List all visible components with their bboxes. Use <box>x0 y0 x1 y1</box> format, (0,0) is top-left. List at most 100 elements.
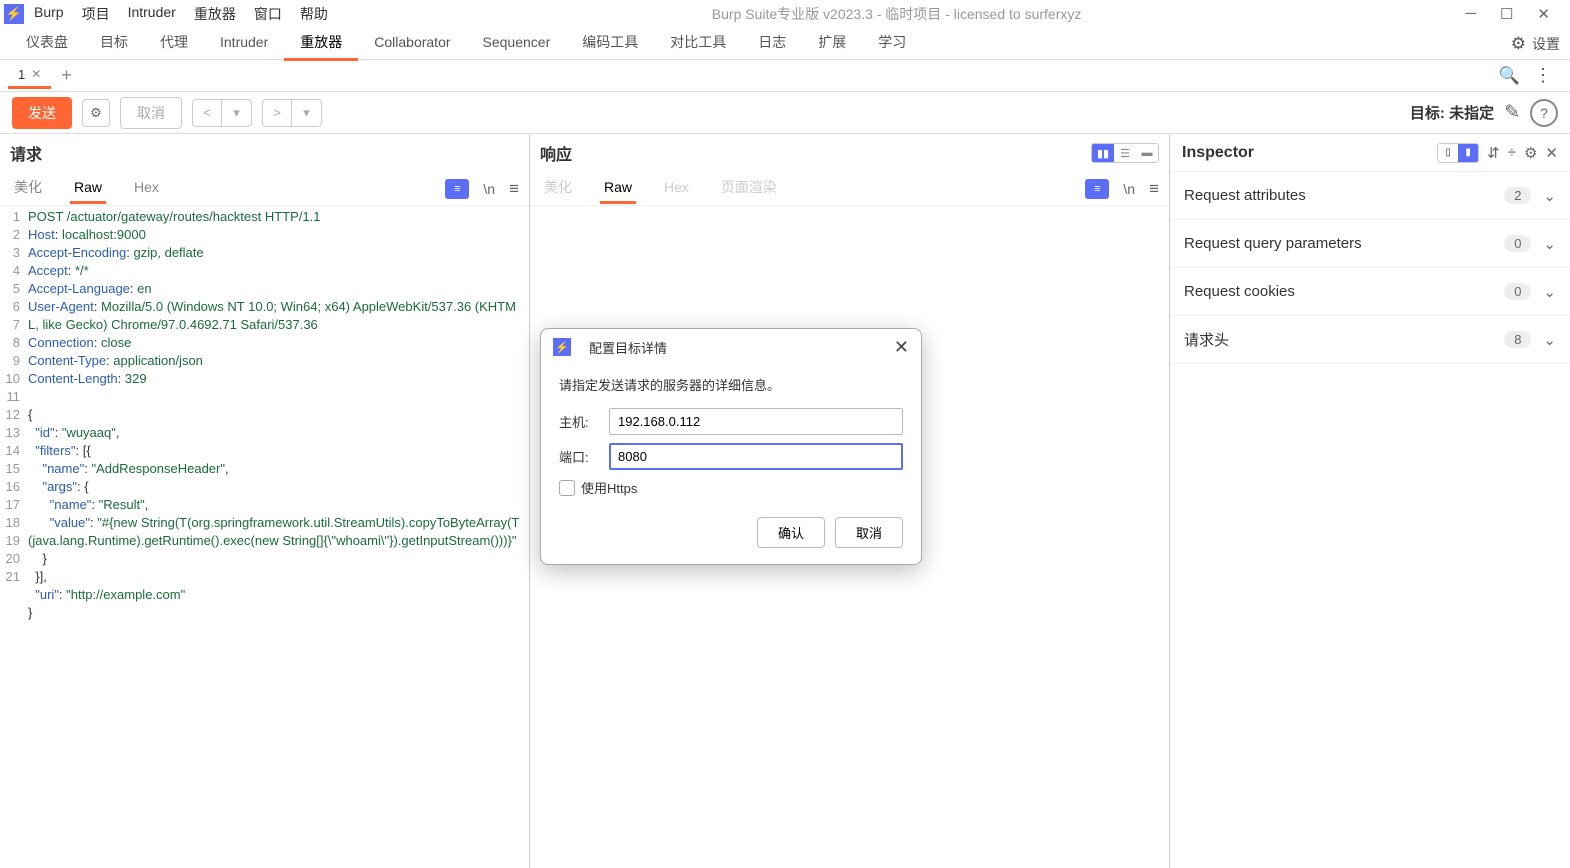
tab-decoder[interactable]: 编码工具 <box>566 26 654 61</box>
response-title: 响应 <box>540 141 572 165</box>
inspector-title: Inspector <box>1182 144 1254 162</box>
more-icon[interactable]: ⋮ <box>1534 65 1552 86</box>
inspector-row-label: Request cookies <box>1184 283 1295 300</box>
port-input[interactable] <box>609 443 903 470</box>
inspector-row-count: 0 <box>1504 283 1531 300</box>
request-panel: 请求 美化 Raw Hex ≡ \n ≡ 1234567891011121314… <box>0 134 530 868</box>
request-editor[interactable]: 123456789101112131415161718192021 POST /… <box>0 206 529 868</box>
dialog-ok-button[interactable]: 确认 <box>757 517 825 548</box>
history-back-button[interactable]: < <box>192 99 222 127</box>
toolbar: 发送 ⚙ 取消 < ▾ > ▾ 目标: 未指定 ✎ ? <box>0 92 1570 134</box>
request-subtabs: 美化 Raw Hex ≡ \n ≡ <box>0 172 529 206</box>
window-controls: ─ ☐ ✕ <box>1465 5 1566 23</box>
history-forward-button[interactable]: > <box>262 99 292 127</box>
inspector-row[interactable]: 请求头8⌄ <box>1170 316 1570 364</box>
tab-dashboard[interactable]: 仪表盘 <box>10 26 84 61</box>
chevron-down-icon: ⌄ <box>1543 331 1556 349</box>
response-tab-hex[interactable]: Hex <box>660 173 693 204</box>
hamburger-icon[interactable]: ≡ <box>1149 179 1159 199</box>
main-tabs: 仪表盘 目标 代理 Intruder 重放器 Collaborator Sequ… <box>0 28 1570 60</box>
expand-icon[interactable]: ⇵ <box>1487 144 1500 162</box>
window-title: Burp Suite专业版 v2023.3 - 临时项目 - licensed … <box>328 4 1466 24</box>
tab-target[interactable]: 目标 <box>84 26 144 61</box>
gear-icon[interactable]: ⚙ <box>1524 144 1537 162</box>
history-forward-group: > ▾ <box>262 99 322 127</box>
fold-icon[interactable]: ≡ <box>445 179 469 199</box>
target-label: 目标: 未指定 <box>1410 102 1494 123</box>
chevron-down-icon: ⌄ <box>1543 283 1556 301</box>
request-code[interactable]: POST /actuator/gateway/routes/hacktest H… <box>24 206 529 868</box>
response-subtabs: 美化 Raw Hex 页面渲染 ≡ \n ≡ <box>530 172 1169 206</box>
settings-label[interactable]: 设置 <box>1532 34 1560 54</box>
inspector-row[interactable]: Request query parameters0⌄ <box>1170 220 1570 268</box>
close-inspector-icon[interactable]: ✕ <box>1545 144 1558 162</box>
inspector-view-b-icon[interactable]: ▮ <box>1458 144 1478 162</box>
tab-collaborator[interactable]: Collaborator <box>358 28 466 59</box>
tab-proxy[interactable]: 代理 <box>144 26 204 61</box>
request-tab-raw[interactable]: Raw <box>70 173 106 204</box>
response-tab-raw[interactable]: Raw <box>600 173 636 204</box>
history-back-dropdown[interactable]: ▾ <box>222 99 252 127</box>
inspector-panel: Inspector ▯ ▮ ⇵ ÷ ⚙ ✕ Request attributes… <box>1170 134 1570 868</box>
host-input[interactable] <box>609 408 903 435</box>
send-button[interactable]: 发送 <box>12 97 72 129</box>
help-icon[interactable]: ? <box>1530 99 1558 127</box>
target-dialog: ⚡ 配置目标详情 ✕ 请指定发送请求的服务器的详细信息。 主机: 端口: 使用H… <box>540 328 922 565</box>
inspector-row-count: 0 <box>1504 235 1531 252</box>
tab-sequencer[interactable]: Sequencer <box>467 28 567 59</box>
close-icon[interactable]: ✕ <box>1537 5 1550 23</box>
dialog-description: 请指定发送请求的服务器的详细信息。 <box>559 375 903 394</box>
host-label: 主机: <box>559 412 609 431</box>
inspector-row[interactable]: Request attributes2⌄ <box>1170 172 1570 220</box>
menu-project[interactable]: 项目 <box>82 4 110 24</box>
tab-intruder[interactable]: Intruder <box>204 28 284 59</box>
close-tab-icon[interactable]: ✕ <box>31 67 41 81</box>
collapse-icon[interactable]: ÷ <box>1508 144 1516 161</box>
cancel-button[interactable]: 取消 <box>120 97 182 129</box>
tab-extensions[interactable]: 扩展 <box>802 26 862 61</box>
dialog-close-icon[interactable]: ✕ <box>894 337 909 358</box>
request-tab-pretty[interactable]: 美化 <box>10 171 46 206</box>
newline-icon[interactable]: \n <box>483 181 495 197</box>
tab-repeater[interactable]: 重放器 <box>284 26 358 61</box>
maximize-icon[interactable]: ☐ <box>1500 5 1513 23</box>
https-checkbox[interactable] <box>559 480 575 496</box>
tab-learn[interactable]: 学习 <box>862 26 922 61</box>
dialog-cancel-button[interactable]: 取消 <box>835 517 903 548</box>
fold-icon[interactable]: ≡ <box>1085 179 1109 199</box>
tab-comparer[interactable]: 对比工具 <box>654 26 742 61</box>
layout-toggle[interactable]: ▮▮ ☰ ▬ <box>1091 143 1159 163</box>
layout-columns-icon[interactable]: ▮▮ <box>1092 144 1114 162</box>
response-tab-render[interactable]: 页面渲染 <box>717 171 781 206</box>
edit-target-icon[interactable]: ✎ <box>1504 101 1520 124</box>
newline-icon[interactable]: \n <box>1123 181 1135 197</box>
inspector-row-label: 请求头 <box>1184 329 1229 350</box>
inspector-view-toggle[interactable]: ▯ ▮ <box>1437 143 1479 163</box>
history-forward-dropdown[interactable]: ▾ <box>292 99 322 127</box>
gear-icon[interactable]: ⚙ <box>1511 34 1526 54</box>
minimize-icon[interactable]: ─ <box>1465 5 1476 23</box>
menu-intruder[interactable]: Intruder <box>128 4 176 24</box>
line-gutter: 123456789101112131415161718192021 <box>0 206 24 868</box>
inspector-row[interactable]: Request cookies 0 ⌄ <box>1170 268 1570 316</box>
hamburger-icon[interactable]: ≡ <box>509 179 519 199</box>
add-tab-icon[interactable]: + <box>61 65 72 86</box>
inspector-row-label: Request attributes <box>1184 187 1306 204</box>
dialog-app-icon: ⚡ <box>553 338 571 356</box>
menu-help[interactable]: 帮助 <box>300 4 328 24</box>
request-title: 请求 <box>10 141 42 165</box>
inspector-view-a-icon[interactable]: ▯ <box>1438 144 1458 162</box>
send-options-button[interactable]: ⚙ <box>82 99 110 127</box>
layout-single-icon[interactable]: ▬ <box>1136 144 1158 162</box>
search-icon[interactable]: 🔍 <box>1499 66 1520 86</box>
tab-logger[interactable]: 日志 <box>742 26 802 61</box>
menu-window[interactable]: 窗口 <box>254 4 282 24</box>
request-tab-hex[interactable]: Hex <box>130 173 163 204</box>
repeater-tab-1[interactable]: 1 ✕ <box>8 63 51 89</box>
layout-rows-icon[interactable]: ☰ <box>1114 144 1136 162</box>
response-tab-pretty[interactable]: 美化 <box>540 171 576 206</box>
repeater-tab-label: 1 <box>18 67 25 82</box>
menu-repeater[interactable]: 重放器 <box>194 4 236 24</box>
app-icon: ⚡ <box>4 4 24 24</box>
menu-burp[interactable]: Burp <box>34 4 64 24</box>
